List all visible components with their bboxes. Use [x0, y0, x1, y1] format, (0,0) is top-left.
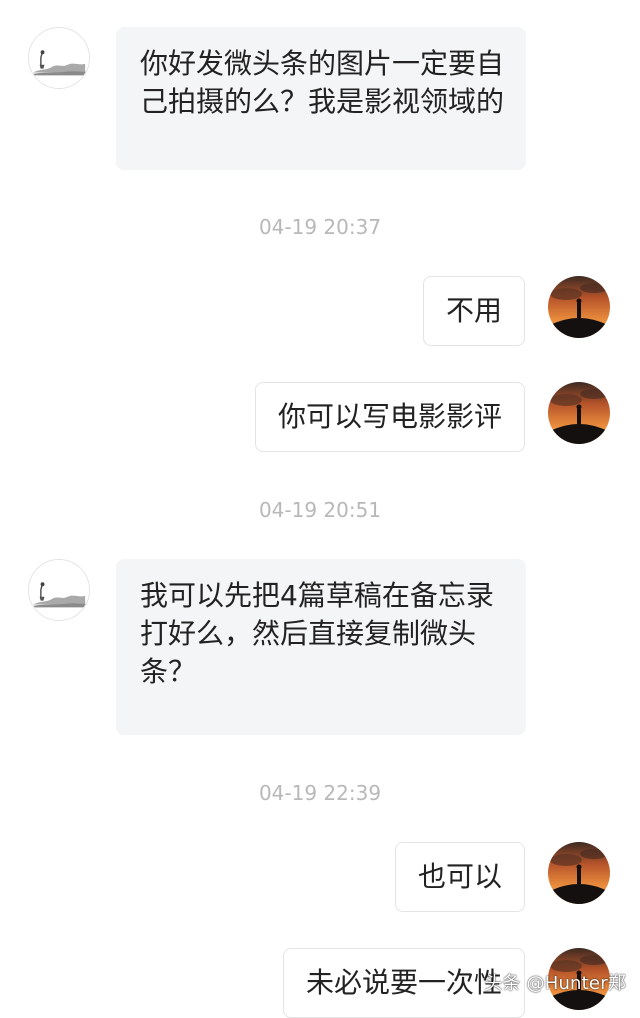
user-avatar[interactable] [548, 276, 610, 338]
sunset-silhouette-icon [548, 382, 610, 444]
message-text: 我可以先把4篇草稿在备忘录打好么，然后直接复制微头条？ [140, 579, 494, 688]
message-bubble-outgoing[interactable]: 也可以 [394, 842, 525, 912]
message-bubble-incoming[interactable]: 你好发微头条的图片一定要自己拍摄的么？我是影视领域的 [116, 27, 526, 170]
ink-landscape-icon [29, 28, 89, 88]
message-text: 你好发微头条的图片一定要自己拍摄的么？我是影视领域的 [140, 47, 505, 118]
user-avatar[interactable] [548, 842, 610, 904]
message-timestamp: 04-19 20:51 [258, 498, 382, 522]
message-bubble-incoming[interactable]: 我可以先把4篇草稿在备忘录打好么，然后直接复制微头条？ [116, 559, 526, 735]
user-avatar[interactable] [548, 382, 610, 444]
ink-landscape-icon [29, 560, 89, 620]
message-text: 未必说要一次性 [305, 966, 502, 999]
message-text: 你可以写电影影评 [277, 400, 502, 433]
watermark-label: 头条 @Hunter郑 [484, 973, 626, 994]
message-timestamp: 04-19 22:39 [258, 781, 382, 805]
sunset-silhouette-icon [548, 276, 610, 338]
sunset-silhouette-icon [548, 842, 610, 904]
contact-avatar[interactable] [28, 27, 90, 89]
message-timestamp: 04-19 20:37 [258, 215, 382, 239]
contact-avatar[interactable] [28, 559, 90, 621]
message-bubble-outgoing[interactable]: 不用 [422, 276, 525, 346]
message-bubble-outgoing[interactable]: 你可以写电影影评 [254, 382, 525, 452]
message-text: 不用 [445, 294, 502, 327]
message-text: 也可以 [417, 860, 502, 893]
